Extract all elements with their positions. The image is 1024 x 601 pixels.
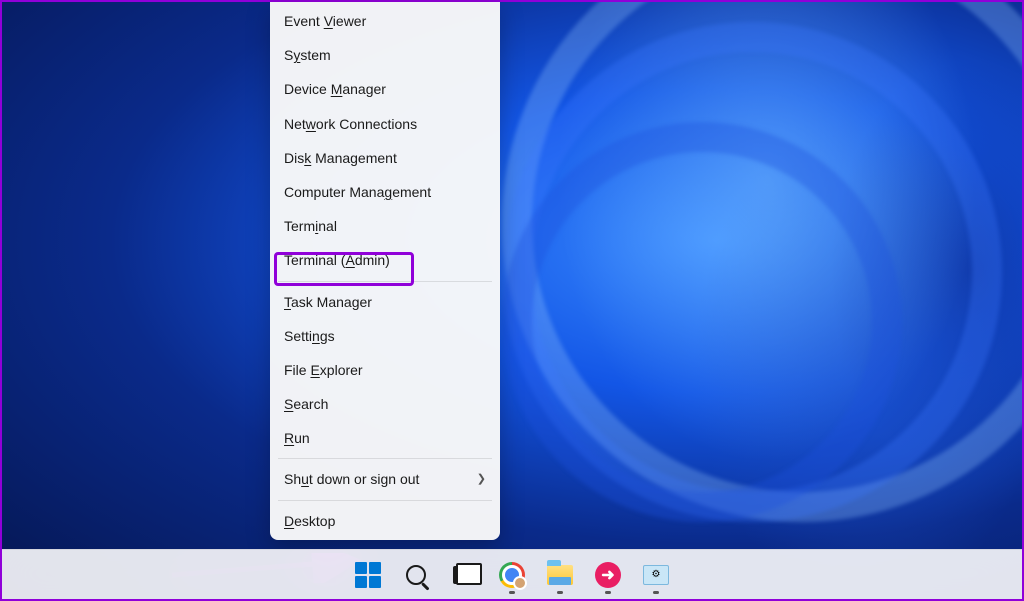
menu-separator (278, 458, 492, 459)
menu-item-label: Terminal (284, 217, 337, 235)
file-explorer-app[interactable] (540, 555, 580, 595)
menu-network-connections[interactable]: Network Connections (270, 107, 500, 141)
menu-item-label: Event Viewer (284, 12, 366, 30)
windows-logo-icon (355, 562, 381, 588)
chevron-right-icon: ❯ (477, 472, 486, 486)
winx-context-menu: Event Viewer System Device Manager Network … (270, 2, 500, 540)
menu-item-label: Network Connections (284, 115, 417, 133)
menu-disk-management[interactable]: Disk Management (270, 141, 500, 175)
control-panel-icon: ⚙ (643, 565, 669, 585)
control-panel-app[interactable]: ⚙ (636, 555, 676, 595)
task-view-icon (453, 566, 475, 584)
menu-computer-management[interactable]: Computer Management (270, 175, 500, 209)
menu-item-label: Disk Management (284, 149, 397, 167)
menu-item-label: Desktop (284, 512, 335, 530)
menu-item-label: System (284, 46, 331, 64)
menu-separator (278, 500, 492, 501)
menu-item-label: Settings (284, 327, 335, 345)
chrome-app[interactable] (492, 555, 532, 595)
sharex-app[interactable]: ➜ (588, 555, 628, 595)
menu-settings[interactable]: Settings (270, 319, 500, 353)
search-icon (406, 565, 426, 585)
running-indicator (557, 591, 563, 594)
file-explorer-icon (547, 565, 573, 585)
menu-item-label: Terminal (Admin) (284, 251, 390, 269)
desktop-wallpaper (2, 2, 1022, 599)
menu-item-label: File Explorer (284, 361, 363, 379)
chrome-icon (499, 562, 525, 588)
start-button[interactable] (348, 555, 388, 595)
menu-search[interactable]: Search (270, 387, 500, 421)
menu-terminal-admin[interactable]: Terminal (Admin) (270, 243, 500, 277)
taskbar: ➜⚙ (2, 549, 1022, 599)
menu-event-viewer[interactable]: Event Viewer (270, 4, 500, 38)
menu-file-explorer[interactable]: File Explorer (270, 353, 500, 387)
menu-device-manager[interactable]: Device Manager (270, 72, 500, 106)
menu-run[interactable]: Run (270, 421, 500, 455)
running-indicator (653, 591, 659, 594)
menu-item-label: Computer Management (284, 183, 431, 201)
task-view-button[interactable] (444, 555, 484, 595)
running-indicator (509, 591, 515, 594)
sharex-icon: ➜ (595, 562, 621, 588)
menu-item-label: Search (284, 395, 328, 413)
running-indicator (605, 591, 611, 594)
menu-separator (278, 281, 492, 282)
search-button[interactable] (396, 555, 436, 595)
menu-desktop[interactable]: Desktop (270, 504, 500, 538)
menu-item-label: Run (284, 429, 310, 447)
menu-item-label: Task Manager (284, 293, 372, 311)
menu-task-manager[interactable]: Task Manager (270, 285, 500, 319)
menu-terminal[interactable]: Terminal (270, 209, 500, 243)
menu-shutdown-signout[interactable]: Shut down or sign out ❯ (270, 462, 500, 496)
menu-system[interactable]: System (270, 38, 500, 72)
menu-item-label: Device Manager (284, 80, 386, 98)
menu-item-label: Shut down or sign out (284, 470, 419, 488)
